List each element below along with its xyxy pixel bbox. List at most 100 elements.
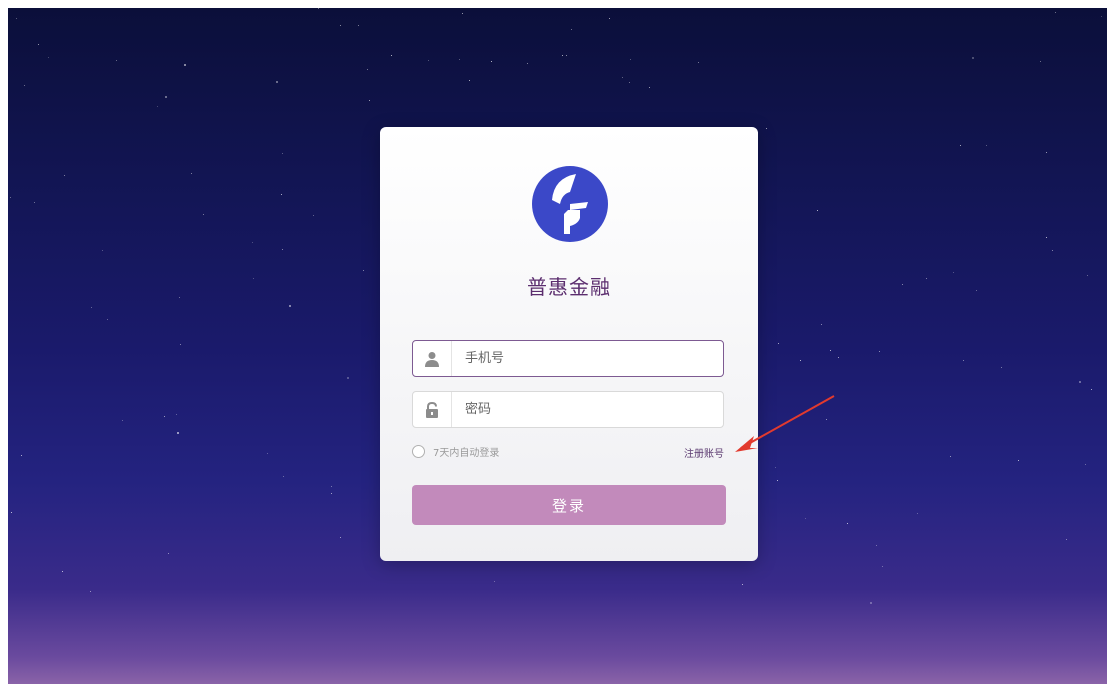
star [358, 25, 359, 26]
star [950, 456, 951, 457]
star [347, 377, 349, 379]
star [1079, 381, 1081, 383]
star [340, 25, 341, 26]
star [527, 63, 528, 64]
star [1001, 367, 1002, 368]
star [469, 80, 470, 81]
star [775, 467, 776, 468]
star [778, 343, 779, 344]
star [742, 584, 743, 585]
star [566, 55, 567, 56]
star [766, 128, 767, 129]
star [882, 566, 883, 567]
star [340, 537, 341, 538]
star [649, 87, 650, 88]
star [629, 82, 630, 83]
star [16, 18, 17, 19]
star [62, 571, 63, 572]
login-page: 普惠金融 7天内自动登录 注册账 [8, 8, 1107, 684]
star [313, 215, 314, 216]
phone-input[interactable] [465, 341, 715, 376]
star [630, 59, 631, 60]
star [459, 59, 460, 60]
star [369, 100, 370, 101]
register-link[interactable]: 注册账号 [684, 445, 724, 460]
star [331, 486, 332, 487]
star [817, 210, 818, 211]
star [562, 55, 563, 56]
star [960, 145, 961, 146]
star [876, 545, 877, 546]
star [253, 278, 254, 279]
star [830, 350, 831, 351]
star [622, 77, 623, 78]
star [34, 202, 35, 203]
login-button[interactable]: 登录 [412, 485, 726, 525]
star [176, 414, 177, 415]
star [177, 432, 179, 434]
star [963, 360, 964, 361]
star [107, 319, 108, 320]
star [267, 453, 268, 454]
star [1085, 464, 1086, 465]
star [826, 419, 827, 420]
star [282, 249, 283, 250]
remember-radio[interactable] [412, 445, 425, 458]
star [21, 455, 22, 456]
star [1040, 61, 1041, 62]
star [428, 60, 429, 61]
star [48, 57, 49, 58]
star [609, 18, 610, 19]
star [180, 344, 181, 345]
star [986, 145, 987, 146]
star [1087, 275, 1088, 276]
app-title: 普惠金融 [527, 275, 611, 299]
star [805, 518, 806, 519]
remember-me[interactable]: 7天内自动登录 [412, 444, 499, 459]
star [38, 44, 39, 45]
star [122, 420, 123, 421]
star [331, 493, 332, 494]
star [1066, 539, 1067, 540]
star [64, 175, 65, 176]
star [283, 476, 284, 477]
star [165, 96, 167, 98]
star [203, 214, 204, 215]
phone-field[interactable] [412, 340, 724, 377]
star [800, 360, 801, 361]
star [164, 416, 165, 417]
star [191, 173, 192, 174]
star [391, 55, 392, 56]
star [184, 64, 186, 66]
star [282, 153, 283, 154]
star [879, 351, 880, 352]
login-card: 普惠金融 7天内自动登录 注册账 [380, 127, 758, 561]
password-input[interactable] [465, 392, 715, 427]
star [1052, 250, 1053, 251]
star [1055, 12, 1056, 13]
star [1018, 460, 1019, 461]
star [917, 513, 918, 514]
star [902, 284, 903, 285]
star [491, 61, 492, 62]
password-field[interactable] [412, 391, 724, 428]
remember-label: 7天内自动登录 [433, 448, 500, 459]
star [116, 60, 117, 61]
star [318, 8, 319, 9]
star [10, 197, 11, 198]
star [976, 290, 977, 291]
star [1101, 16, 1102, 17]
star [838, 357, 839, 358]
star [157, 106, 158, 107]
star [24, 85, 25, 86]
star [972, 57, 974, 59]
star [179, 297, 180, 298]
star [11, 512, 12, 513]
user-icon [413, 341, 452, 376]
star [571, 29, 572, 30]
star [1046, 152, 1047, 153]
star [252, 242, 253, 243]
star [494, 581, 495, 582]
star [91, 307, 92, 308]
star [1046, 237, 1047, 238]
